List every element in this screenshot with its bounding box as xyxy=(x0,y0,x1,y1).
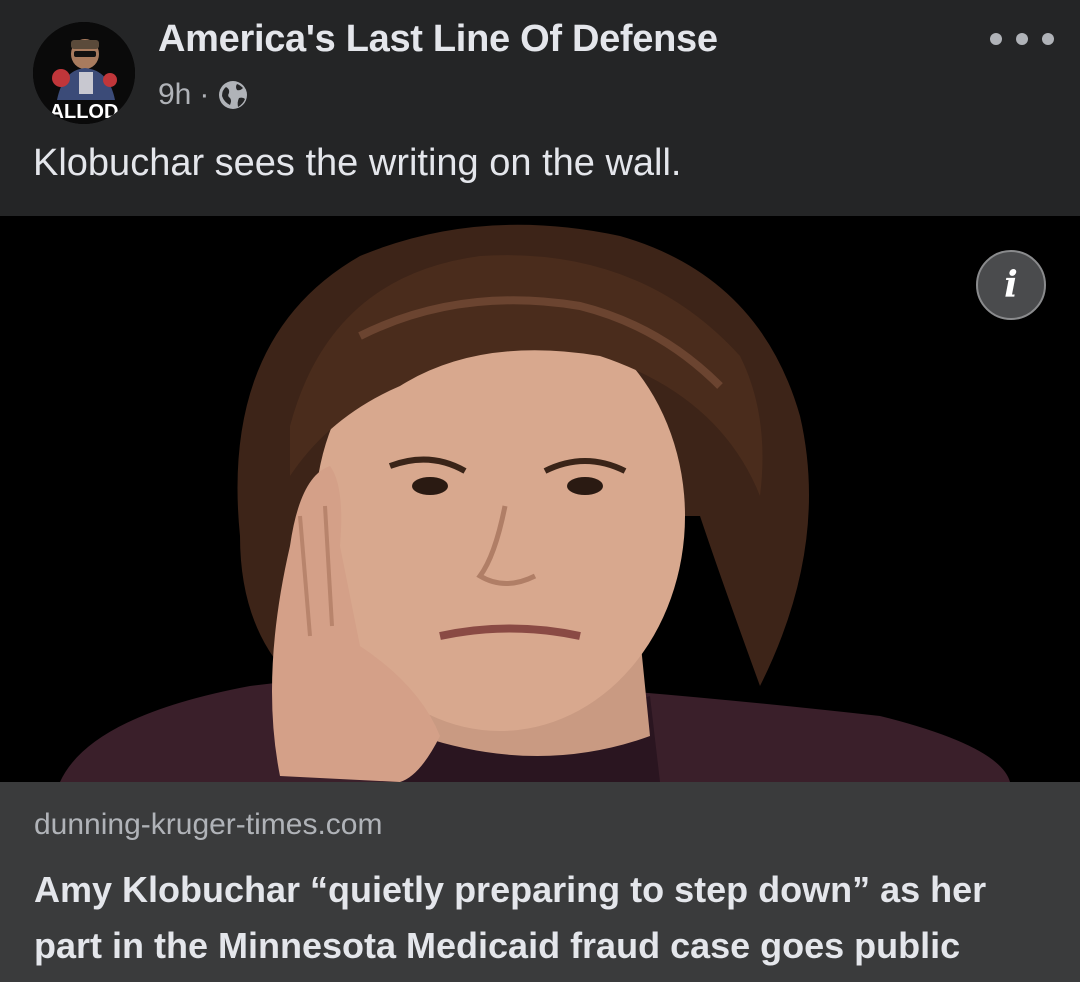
more-options-button[interactable] xyxy=(990,24,1054,54)
globe-icon xyxy=(217,79,249,111)
more-options-icon xyxy=(990,33,1002,45)
link-headline[interactable]: Amy Klobuchar “quietly preparing to step… xyxy=(34,862,1054,974)
link-domain: dunning-kruger-times.com xyxy=(34,808,383,841)
link-preview-image[interactable]: i xyxy=(0,216,1080,782)
portrait-photo xyxy=(0,216,1080,782)
page-avatar[interactable]: ALLOD xyxy=(33,22,135,124)
meta-separator: · xyxy=(199,78,210,111)
info-icon: i xyxy=(1004,264,1018,306)
post-header: ALLOD America's Last Line Of Defense 9h … xyxy=(0,0,1080,130)
link-preview-info[interactable]: dunning-kruger-times.com Amy Klobuchar “… xyxy=(0,782,1080,982)
info-button[interactable]: i xyxy=(976,250,1046,320)
facebook-post: ALLOD America's Last Line Of Defense 9h … xyxy=(0,0,1080,982)
post-meta: 9h · xyxy=(158,74,249,116)
avatar-image: ALLOD xyxy=(33,22,135,124)
timestamp[interactable]: 9h xyxy=(158,78,191,112)
post-caption: Klobuchar sees the writing on the wall. xyxy=(33,142,682,184)
link-preview-card[interactable]: i dunning-kruger-times.com Amy Klobuchar… xyxy=(0,216,1080,982)
avatar-logo-text: ALLOD xyxy=(50,101,119,123)
page-name-link[interactable]: America's Last Line Of Defense xyxy=(158,18,718,61)
